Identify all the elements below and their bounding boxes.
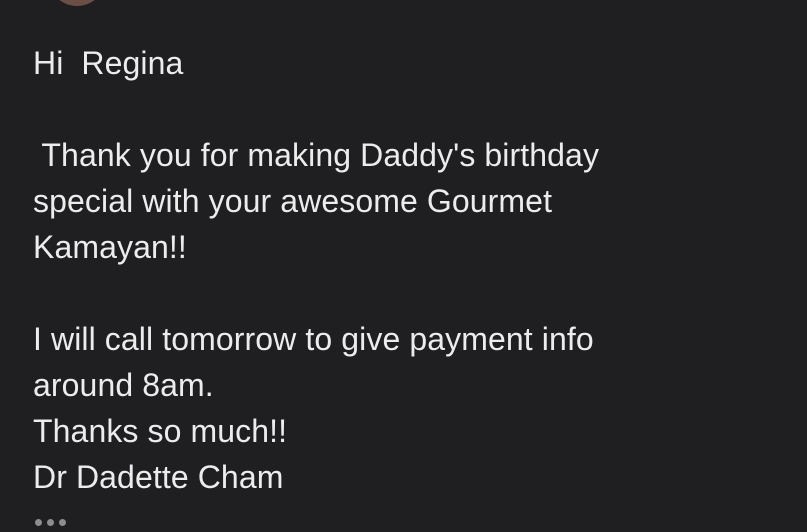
paragraph-2-line-1: I will call tomorrow to give payment inf… xyxy=(33,321,594,357)
paragraph-1-line-1: Thank you for making Daddy's birthday xyxy=(33,137,600,173)
more-dots-icon[interactable] xyxy=(35,519,66,526)
closing-line: Thanks so much!! xyxy=(33,413,288,449)
paragraph-1-line-2: special with your awesome Gourmet xyxy=(33,183,553,219)
greeting-line: Hi Regina xyxy=(33,45,184,81)
dot xyxy=(47,519,54,526)
dot xyxy=(59,519,66,526)
dot xyxy=(35,519,42,526)
paragraph-1-line-3: Kamayan!! xyxy=(33,229,187,265)
message-body: Hi Regina Thank you for making Daddy's b… xyxy=(33,40,753,500)
signature-line: Dr Dadette Cham xyxy=(33,459,284,495)
avatar[interactable] xyxy=(48,0,106,6)
paragraph-2-line-2: around 8am. xyxy=(33,367,214,403)
